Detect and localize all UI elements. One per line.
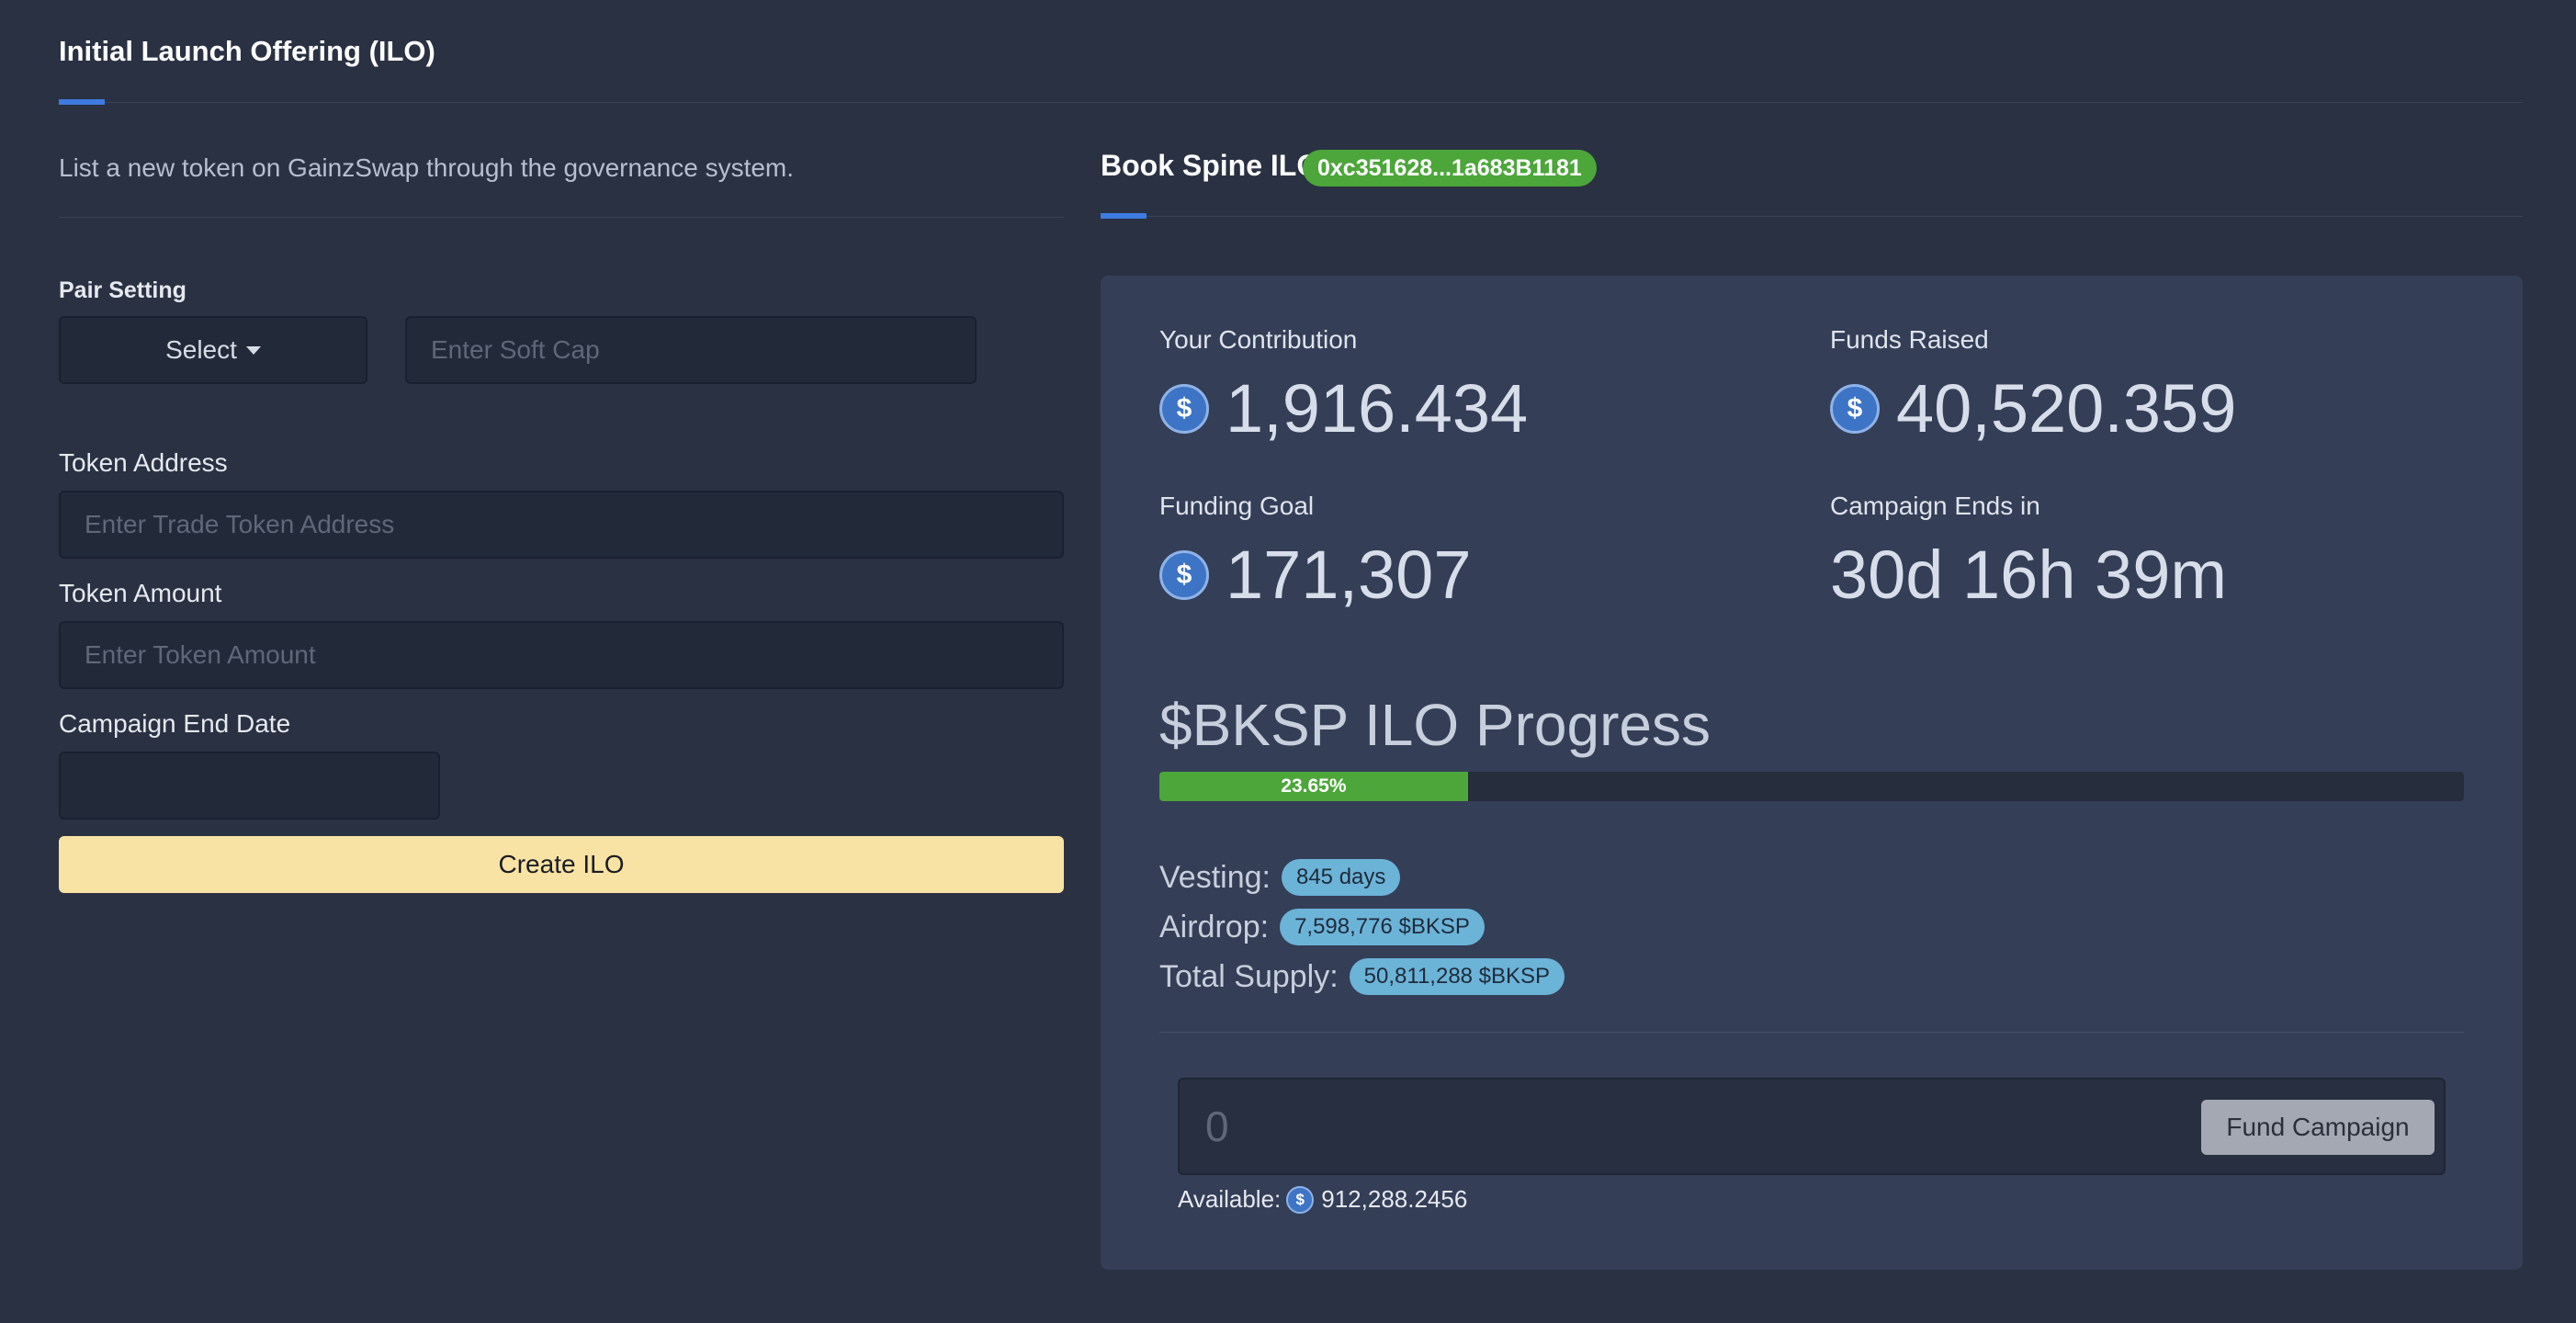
total-supply-row: Total Supply: 50,811,288 $BKSP [1159,958,1565,995]
progress-title: $BKSP ILO Progress [1159,692,1711,758]
your-contribution-amount: 1,916.434 [1226,370,1529,447]
total-supply-badge: 50,811,288 $BKSP [1349,958,1565,995]
fund-input-group: Fund Campaign [1178,1078,2446,1175]
page-subtitle: List a new token on GainzSwap through th… [59,153,795,182]
ilo-title: Book Spine ILO [1101,149,1320,182]
available-label: Available: [1178,1185,1282,1213]
token-amount-input[interactable] [59,621,1064,689]
ilo-progress-bar: 23.65% [1159,772,2464,801]
token-address-input[interactable] [59,491,1064,559]
right-divider [1101,216,2523,217]
vesting-row: Vesting: 845 days [1159,859,1401,896]
caret-down-icon [245,345,261,355]
airdrop-badge: 7,598,776 $BKSP [1280,909,1485,945]
your-contribution-value: $ 1,916.434 [1159,369,1528,447]
vesting-label: Vesting: [1159,859,1271,895]
total-supply-label: Total Supply: [1159,958,1339,994]
vesting-badge: 845 days [1281,859,1401,896]
header-divider [59,102,2523,103]
available-amount: 912,288.2456 [1321,1185,1468,1213]
funding-goal-value: $ 171,307 [1159,536,1472,614]
funds-raised-label: Funds Raised [1830,325,1989,354]
ilo-title-underline [1101,213,1147,219]
left-divider [59,217,1064,218]
funds-raised-amount: 40,520.359 [1896,370,2237,447]
usdc-coin-icon: $ [1286,1185,1315,1214]
card-divider [1159,1032,2464,1033]
usdc-coin-icon: $ [1159,383,1209,434]
fund-amount-input[interactable] [1180,1080,2098,1173]
usdc-coin-icon: $ [1830,383,1880,434]
funding-goal-label: Funding Goal [1159,492,1315,520]
campaign-end-date-label: Campaign End Date [59,709,291,738]
pair-select-label: Select [165,335,237,364]
contract-address-badge[interactable]: 0xc351628...1a683B1181 [1303,150,1597,187]
available-balance: Available: $ 912,288.2456 [1178,1185,1467,1214]
airdrop-label: Airdrop: [1159,909,1270,944]
airdrop-row: Airdrop: 7,598,776 $BKSP [1159,909,1485,945]
campaign-ends-label: Campaign Ends in [1830,492,2040,520]
progress-fill: 23.65% [1159,772,1468,801]
soft-cap-input[interactable] [405,316,977,384]
token-address-label: Token Address [59,448,228,477]
pair-select-dropdown[interactable]: Select [59,316,367,384]
token-amount-label: Token Amount [59,579,222,607]
funds-raised-value: $ 40,520.359 [1830,369,2236,447]
campaign-ends-value: 30d 16h 39m [1830,537,2228,613]
fund-campaign-button[interactable]: Fund Campaign [2201,1100,2435,1155]
title-underline [59,99,105,105]
funding-goal-amount: 171,307 [1226,537,1472,613]
campaign-end-date-input[interactable] [59,752,440,820]
your-contribution-label: Your Contribution [1159,325,1358,354]
usdc-coin-icon: $ [1159,549,1209,600]
pair-setting-label: Pair Setting [59,277,186,303]
create-ilo-button[interactable]: Create ILO [59,836,1064,893]
page-title: Initial Launch Offering (ILO) [59,35,435,67]
